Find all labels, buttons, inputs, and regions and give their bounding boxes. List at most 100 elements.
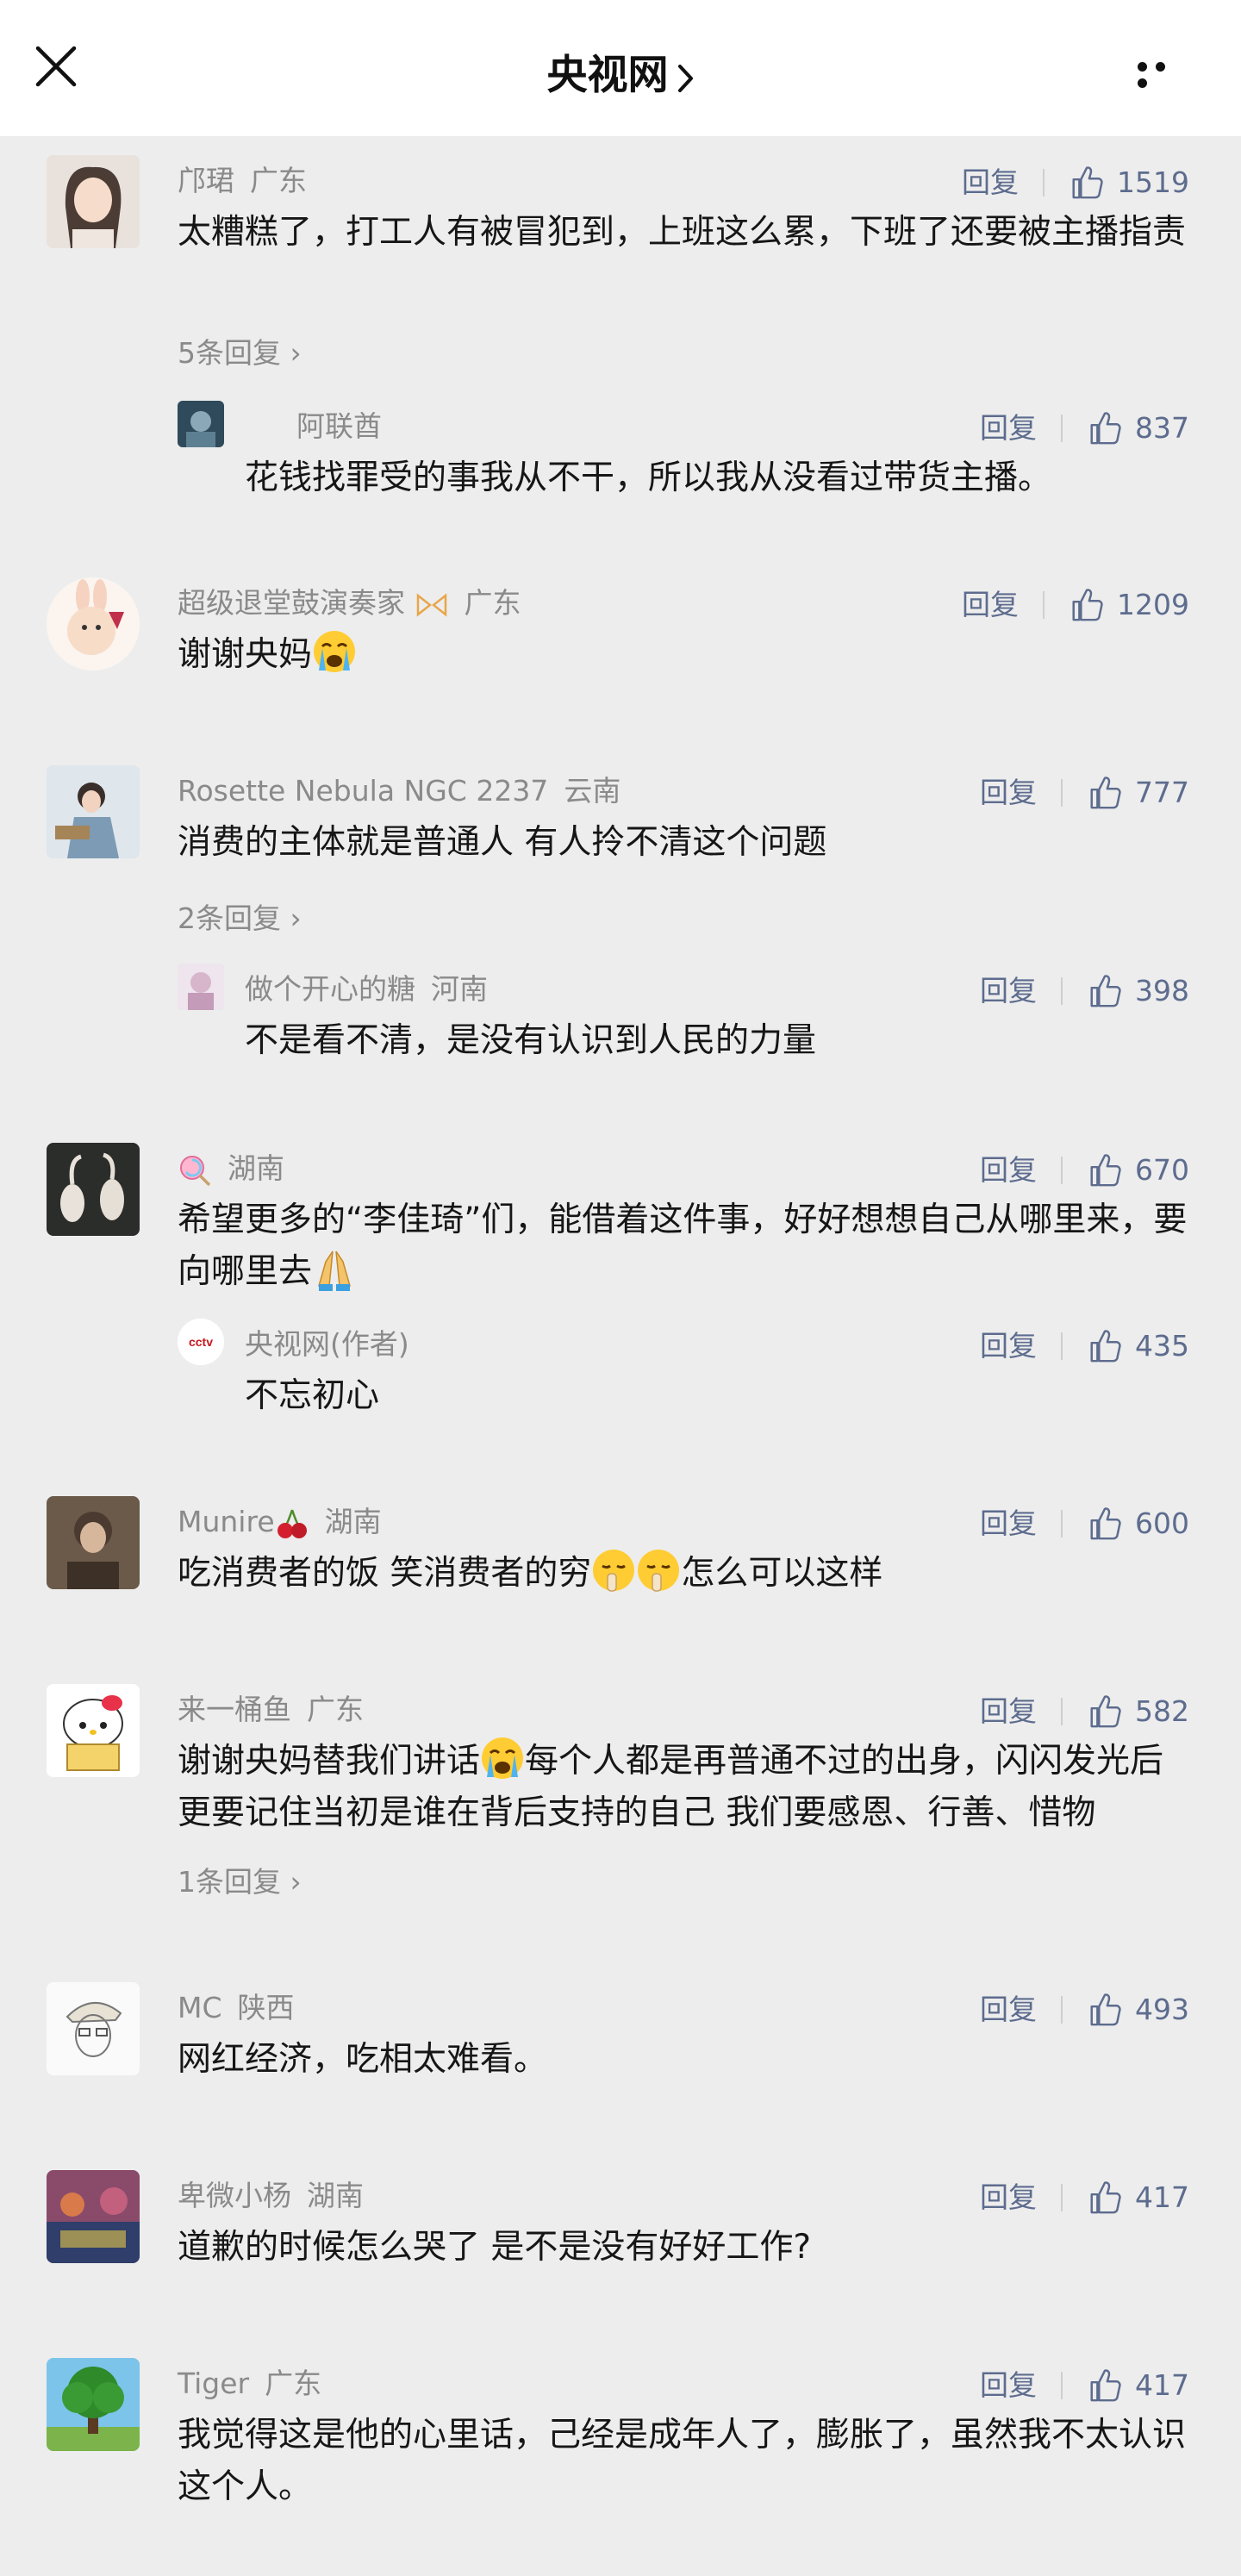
like-count: 417 — [1135, 2367, 1189, 2402]
like-count: 600 — [1135, 1506, 1189, 1540]
crying-emoji-icon — [312, 629, 357, 674]
page-title-link[interactable]: 央视网 — [0, 41, 1241, 101]
avatar[interactable] — [47, 1143, 140, 1236]
comment-text: 希望更多的“李佳琦”们，能借着这件事，好好想想自己从哪里来，要向哪里去 — [178, 1201, 1188, 1291]
username[interactable]: 央视网(作者) — [245, 1327, 409, 1361]
author-avatar[interactable]: cctv — [178, 1319, 224, 1365]
username[interactable]: 超级退堂鼓演奏家 — [178, 586, 405, 620]
username[interactable]: 做个开心的糖 — [245, 972, 415, 1006]
badge-icon — [416, 592, 446, 617]
like-icon[interactable] — [1087, 1693, 1123, 1730]
comment-actions: 回复 1519 — [962, 155, 1189, 207]
comment-meta: 邝珺 广东 — [178, 155, 307, 207]
location: 湖南 — [307, 2179, 364, 2212]
divider — [1061, 976, 1063, 1005]
shushing-face-icon — [636, 1548, 681, 1593]
reply-meta: 阿联酋 — [296, 401, 382, 452]
like-icon[interactable] — [1087, 2180, 1123, 2216]
more-options-icon[interactable] — [1138, 59, 1191, 88]
cherry-icon — [277, 1509, 307, 1538]
like-count: 1519 — [1117, 165, 1189, 199]
username[interactable]: 卑微小杨 — [178, 2179, 291, 2212]
like-icon[interactable] — [1087, 2367, 1123, 2404]
avatar[interactable] — [47, 1982, 140, 2075]
divider — [1061, 1509, 1063, 1537]
comment-meta: MC 陕西 — [178, 1982, 295, 2034]
svg-text:cctv: cctv — [189, 1335, 213, 1349]
like-count: 582 — [1135, 1693, 1189, 1728]
username[interactable]: 邝珺 — [178, 164, 234, 197]
location: 广东 — [250, 164, 307, 197]
view-replies-button[interactable]: 1条回复 › — [178, 1862, 302, 1903]
reply-button[interactable]: 回复 — [980, 2360, 1037, 2411]
like-icon[interactable] — [1087, 1152, 1123, 1188]
divider — [1061, 1697, 1063, 1725]
reply-actions: 回复 398 — [980, 964, 1189, 1015]
username[interactable]: MC — [178, 1991, 222, 2024]
comment-meta: Tiger 广东 — [178, 2358, 321, 2410]
avatar[interactable] — [47, 1684, 140, 1777]
reply-button[interactable]: 回复 — [980, 2172, 1037, 2224]
avatar[interactable] — [47, 2358, 140, 2451]
username[interactable]: Munire — [178, 1505, 275, 1538]
like-icon[interactable] — [1087, 775, 1123, 811]
view-replies-button[interactable]: 2条回复 › — [178, 898, 302, 939]
like-icon[interactable] — [1087, 1992, 1123, 2028]
like-icon[interactable] — [1069, 165, 1105, 201]
page-title: 央视网 — [546, 52, 669, 99]
comment-actions: 回复 493 — [980, 1982, 1189, 2034]
username[interactable]: 阿联酋 — [296, 409, 382, 443]
reply-button[interactable]: 回复 — [980, 1686, 1037, 1737]
comment-text: 太糟糕了，打工人有被冒犯到，上班这么累，下班了还要被主播指责 — [178, 213, 1187, 252]
like-count: 670 — [1135, 1152, 1189, 1187]
comment-text: 消费的主体就是普通人 有人拎不清这个问题 — [178, 823, 827, 862]
comment-actions: 回复 600 — [980, 1496, 1189, 1548]
comment-actions: 回复 582 — [980, 1684, 1189, 1736]
avatar[interactable] — [178, 401, 224, 447]
avatar[interactable] — [47, 155, 140, 248]
lollipop-icon — [180, 1155, 211, 1186]
like-icon[interactable] — [1087, 1506, 1123, 1542]
comment-meta: 卑微小杨 湖南 — [178, 2170, 364, 2222]
reply-button[interactable]: 回复 — [980, 965, 1037, 1017]
reply-text: 不是看不清，是没有认识到人民的力量 — [245, 1021, 817, 1060]
avatar[interactable] — [47, 1496, 140, 1589]
reply-button[interactable]: 回复 — [962, 157, 1019, 209]
reply-button[interactable]: 回复 — [980, 402, 1037, 454]
location: 云南 — [564, 774, 621, 808]
chevron-right-icon — [677, 64, 693, 92]
like-count: 435 — [1135, 1328, 1189, 1363]
like-count: 1209 — [1117, 587, 1189, 621]
username[interactable]: Tiger — [178, 2367, 249, 2400]
like-icon[interactable] — [1087, 1328, 1123, 1364]
comment-actions: 回复 1209 — [962, 577, 1189, 629]
username[interactable]: Rosette Nebula NGC 2237 — [178, 774, 548, 808]
comment-actions: 回复 670 — [980, 1143, 1189, 1194]
top-bar: 央视网 — [0, 0, 1241, 136]
avatar[interactable] — [47, 577, 140, 671]
reply-actions: 回复 435 — [980, 1319, 1189, 1370]
username[interactable]: 来一桶鱼 — [178, 1693, 291, 1726]
reply-button[interactable]: 回复 — [980, 1498, 1037, 1550]
reply-button[interactable]: 回复 — [980, 1145, 1037, 1196]
reply-meta: 做个开心的糖 河南 — [245, 964, 488, 1015]
comment-text: 我觉得这是他的心里话，己经是成年人了，膨胀了，虽然我不太认识这个人。 — [178, 2416, 1187, 2506]
like-icon[interactable] — [1087, 973, 1123, 1009]
avatar[interactable] — [47, 765, 140, 858]
divider — [1061, 1156, 1063, 1184]
comment-meta: Rosette Nebula NGC 2237 云南 — [178, 765, 620, 817]
like-icon[interactable] — [1087, 410, 1123, 446]
reply-button[interactable]: 回复 — [980, 767, 1037, 819]
comment-actions: 回复 777 — [980, 765, 1189, 817]
reply-button[interactable]: 回复 — [980, 1984, 1037, 2036]
view-replies-button[interactable]: 5条回复 › — [178, 333, 302, 374]
reply-button[interactable]: 回复 — [980, 1320, 1037, 1372]
reply-button[interactable]: 回复 — [962, 579, 1019, 631]
comment-text: 谢谢央妈替我们讲话 每个人都是再普通不过的出身，闪闪发光后更要记住当初是谁在背后支… — [178, 1736, 1189, 1839]
divider — [1061, 2371, 1063, 2399]
avatar[interactable] — [178, 964, 224, 1010]
like-icon[interactable] — [1069, 587, 1105, 623]
location: 河南 — [431, 972, 488, 1006]
location: 湖南 — [228, 1151, 284, 1185]
avatar[interactable] — [47, 2170, 140, 2263]
